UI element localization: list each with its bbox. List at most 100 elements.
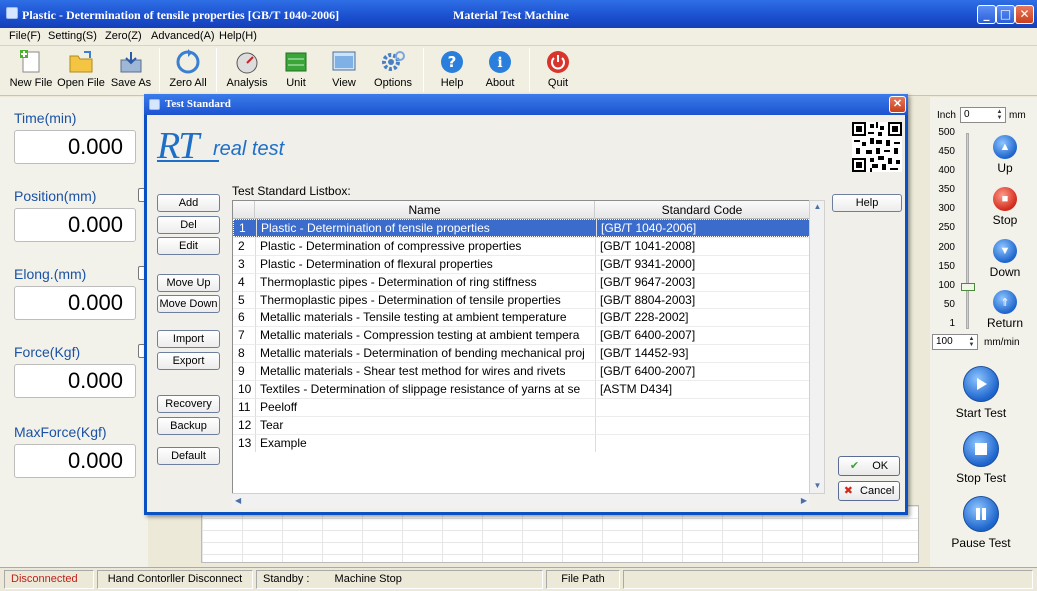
start-test-button[interactable]: Start Test xyxy=(931,366,1031,420)
cancel-button[interactable]: ✖ Cancel xyxy=(838,481,900,501)
ok-button[interactable]: ✔ OK xyxy=(838,456,900,476)
row-name: Metallic materials - Shear test method f… xyxy=(255,362,595,381)
default-button[interactable]: Default xyxy=(157,447,220,465)
row-name: Textiles - Determination of slippage res… xyxy=(255,380,595,399)
table-row[interactable]: 5 Thermoplastic pipes - Determination of … xyxy=(233,290,809,309)
table-row[interactable]: 3 Plastic - Determination of flexural pro… xyxy=(233,254,809,273)
table-row[interactable]: 10 Textiles - Determination of slippage r… xyxy=(233,380,809,399)
scale-tick: 350 xyxy=(938,184,955,196)
row-index: 11 xyxy=(233,397,255,416)
position-scale: 500 450 400 350 300 250 200 150 100 50 1 xyxy=(935,127,955,337)
row-name: Plastic - Determination of compressive p… xyxy=(255,236,595,255)
row-standard-code: [ASTM D434] xyxy=(595,380,809,399)
connection-status: Disconnected xyxy=(4,570,94,589)
quit-button[interactable]: Quit xyxy=(533,49,583,89)
menu-setting[interactable]: Setting(S) xyxy=(48,30,97,42)
menu-file[interactable]: File(F) xyxy=(9,30,41,42)
new-file-button[interactable]: New File xyxy=(6,49,56,89)
spin-arrows-icon[interactable]: ▲ ▼ xyxy=(995,109,1004,121)
table-row[interactable]: 8 Metallic materials - Determination of b… xyxy=(233,344,809,363)
inch-input[interactable]: 0 ▲ ▼ xyxy=(960,107,1006,123)
table-row[interactable]: 1 Plastic - Determination of tensile prop… xyxy=(233,219,809,238)
file-path-label: File Path xyxy=(546,570,620,589)
standby-label: Standby : xyxy=(263,573,310,585)
new-file-icon xyxy=(17,49,45,75)
scale-tick: 300 xyxy=(938,203,955,215)
dialog-close-button[interactable]: ✕ xyxy=(889,96,906,113)
table-row[interactable]: 4 Thermoplastic pipes - Determination of … xyxy=(233,272,809,291)
view-button[interactable]: View xyxy=(319,49,369,89)
analysis-label: Analysis xyxy=(226,77,268,89)
table-row[interactable]: 2 Plastic - Determination of compressive … xyxy=(233,236,809,255)
minimize-button[interactable]: _ xyxy=(977,5,996,24)
stop-test-button[interactable]: Stop Test xyxy=(931,431,1031,485)
zero-all-button[interactable]: Zero All xyxy=(163,49,213,89)
speed-input[interactable]: 100 ▲ ▼ xyxy=(932,334,978,350)
move-down-button[interactable]: Move Down xyxy=(157,295,220,313)
table-row[interactable]: 12 Tear xyxy=(233,415,809,434)
menu-help[interactable]: Help(H) xyxy=(219,30,257,42)
help-dialog-button[interactable]: Help xyxy=(832,194,902,212)
name-column-header[interactable]: Name xyxy=(255,201,595,219)
options-label: Options xyxy=(374,77,412,89)
table-row[interactable]: 11 Peeloff xyxy=(233,397,809,416)
table-row[interactable]: 13 Example xyxy=(233,433,809,452)
help-button[interactable]: ? Help xyxy=(427,49,477,89)
stop-button[interactable]: ■ Stop xyxy=(970,187,1037,227)
recovery-button[interactable]: Recovery xyxy=(157,395,220,413)
return-button[interactable]: ⇑ Return xyxy=(970,290,1037,330)
row-name: Thermoplastic pipes - Determination of t… xyxy=(255,290,595,309)
maximize-button[interactable]: □ xyxy=(996,5,1015,24)
menu-advanced[interactable]: Advanced(A) xyxy=(151,30,215,42)
open-file-button[interactable]: Open File xyxy=(56,49,106,89)
options-button[interactable]: Options xyxy=(368,49,418,89)
play-icon xyxy=(963,366,999,402)
export-button[interactable]: Export xyxy=(157,352,220,370)
test-standard-dialog: Test Standard ✕ RT real test Add Del Edi… xyxy=(144,94,908,515)
table-row[interactable]: 7 Metallic materials - Compression testin… xyxy=(233,326,809,345)
code-column-header[interactable]: Standard Code xyxy=(595,201,809,219)
open-folder-icon xyxy=(67,49,95,75)
import-button[interactable]: Import xyxy=(157,330,220,348)
row-index: 3 xyxy=(233,254,255,273)
scroll-down-arrow-icon[interactable]: ▼ xyxy=(812,481,823,492)
up-button[interactable]: ▲ Up xyxy=(970,135,1037,175)
dialog-titlebar: Test Standard ✕ xyxy=(144,94,908,115)
save-as-button[interactable]: Save As xyxy=(106,49,156,89)
table-row[interactable]: 9 Metallic materials - Shear test method … xyxy=(233,362,809,381)
unit-button[interactable]: Unit xyxy=(271,49,321,89)
inch-value: 0 xyxy=(964,109,970,120)
move-up-button[interactable]: Move Up xyxy=(157,274,220,292)
scroll-right-arrow-icon[interactable]: ▶ xyxy=(801,496,807,505)
row-name: Metallic materials - Tensile testing at … xyxy=(255,308,595,327)
scroll-left-arrow-icon[interactable]: ◀ xyxy=(235,496,241,505)
row-standard-code: [GB/T 6400-2007] xyxy=(595,362,809,381)
return-label: Return xyxy=(986,316,1024,330)
listbox-horizontal-scrollbar[interactable]: ◀ ▶ xyxy=(232,493,810,508)
analysis-button[interactable]: Analysis xyxy=(222,49,272,89)
row-index: 6 xyxy=(233,308,255,326)
down-button[interactable]: ▼ Down xyxy=(970,239,1037,279)
spin-arrows-icon[interactable]: ▲ ▼ xyxy=(967,336,976,348)
add-button[interactable]: Add xyxy=(157,194,220,212)
delete-button[interactable]: Del xyxy=(157,216,220,234)
scale-tick: 200 xyxy=(938,241,955,253)
edit-button[interactable]: Edit xyxy=(157,237,220,255)
unit-label: Unit xyxy=(286,77,306,89)
app-icon xyxy=(6,7,18,19)
row-standard-code: [GB/T 6400-2007] xyxy=(595,326,809,345)
about-button[interactable]: i About xyxy=(475,49,525,89)
row-index: 8 xyxy=(233,344,255,362)
realtest-logo: RT real test xyxy=(155,125,325,167)
scroll-up-arrow-icon[interactable]: ▲ xyxy=(812,202,823,213)
menu-zero[interactable]: Zero(Z) xyxy=(105,30,142,42)
new-file-label: New File xyxy=(9,77,53,89)
scale-tick: 400 xyxy=(938,165,955,177)
close-button[interactable]: ✕ xyxy=(1015,5,1034,24)
test-standard-listbox[interactable]: Name Standard Code 1 Plastic - Determinat… xyxy=(232,200,810,508)
table-row[interactable]: 6 Metallic materials - Tensile testing at… xyxy=(233,308,809,327)
listbox-vertical-scrollbar[interactable]: ▲ ▼ xyxy=(809,200,825,494)
backup-button[interactable]: Backup xyxy=(157,417,220,435)
pause-test-button[interactable]: Pause Test xyxy=(931,496,1031,550)
row-index: 1 xyxy=(239,221,246,235)
